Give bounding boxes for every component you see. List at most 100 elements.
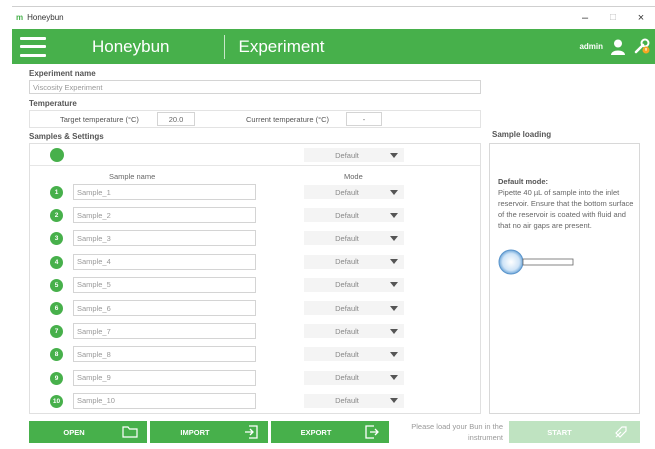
sample-name-input[interactable]: Sample_5	[73, 276, 256, 293]
target-temperature-input[interactable]: 20.0	[157, 112, 195, 126]
chevron-down-icon	[390, 328, 398, 334]
sample-mode-select[interactable]: Default	[304, 347, 404, 362]
close-button[interactable]: ×	[627, 9, 655, 27]
export-icon	[361, 425, 383, 439]
brand-name: Honeybun	[92, 36, 170, 56]
sample-mode-select[interactable]: Default	[304, 254, 404, 269]
user-menu[interactable]: admin	[579, 39, 625, 55]
chevron-down-icon	[390, 259, 398, 265]
experiment-name-input[interactable]: Viscosity Experiment	[29, 80, 481, 94]
chevron-down-icon	[390, 235, 398, 241]
sample-mode-select[interactable]: Default	[304, 208, 404, 223]
chevron-down-icon	[390, 152, 398, 158]
open-button[interactable]: OPEN	[29, 421, 147, 443]
sample-number-badge[interactable]: 2	[50, 209, 63, 223]
chevron-down-icon	[390, 305, 398, 311]
loading-instructions: Pipette 40 µL of sample into the inlet r…	[498, 188, 634, 230]
chevron-down-icon	[390, 212, 398, 218]
sample-mode-select[interactable]: Default	[304, 370, 404, 385]
sample-name-input[interactable]: Sample_8	[73, 346, 256, 363]
temperature-label: Temperature	[29, 99, 77, 108]
sample-mode-value: Default	[335, 187, 359, 197]
global-settings-row: Default	[30, 144, 480, 166]
sample-mode-select[interactable]: Default	[304, 393, 404, 408]
sample-row: 10 Sample_10 Default	[30, 392, 480, 411]
folder-icon	[119, 426, 141, 438]
sample-name-input[interactable]: Sample_2	[73, 207, 256, 224]
sample-number-badge[interactable]: 8	[50, 348, 63, 362]
sample-mode-select[interactable]: Default	[304, 324, 404, 339]
sample-loading-panel: Default mode: Pipette 40 µL of sample in…	[489, 143, 640, 414]
wrench-alert-icon[interactable]	[633, 37, 651, 55]
app-logo-icon: m	[16, 13, 24, 22]
chevron-down-icon	[390, 351, 398, 357]
sample-name-input[interactable]: Sample_1	[73, 184, 256, 200]
sample-number-badge[interactable]: 4	[50, 255, 63, 269]
sample-row: 1 Sample_1 Default	[30, 184, 480, 202]
import-button-label: IMPORT	[180, 427, 210, 437]
chevron-down-icon	[390, 189, 398, 195]
sample-number-badge[interactable]: 3	[50, 232, 63, 246]
menu-icon[interactable]	[20, 36, 46, 57]
export-button-label: EXPORT	[300, 427, 332, 437]
sample-number-badge[interactable]: 5	[50, 278, 63, 292]
sample-name-input[interactable]: Sample_10	[73, 392, 256, 409]
sample-mode-value: Default	[335, 349, 359, 359]
chevron-down-icon	[390, 375, 398, 381]
global-mode-select[interactable]: Default	[304, 148, 404, 162]
window-titlebar: m Honeybun – □ ×	[12, 6, 655, 28]
current-temperature-value: -	[346, 112, 382, 126]
export-button[interactable]: EXPORT	[271, 421, 389, 443]
rocket-icon	[610, 425, 632, 439]
sample-mode-value: Default	[335, 233, 359, 243]
experiment-name-label: Experiment name	[29, 69, 96, 78]
reservoir-diagram-icon	[498, 249, 574, 275]
sample-number-badge[interactable]: 7	[50, 325, 63, 339]
select-all-indicator[interactable]	[50, 148, 64, 162]
loading-mode-title: Default mode:	[498, 177, 549, 186]
samples-settings-label: Samples & Settings	[29, 132, 104, 141]
sample-loading-label: Sample loading	[492, 130, 552, 139]
header-divider	[223, 34, 225, 59]
start-button-label: START	[547, 427, 572, 437]
sample-row: 3 Sample_3 Default	[30, 230, 480, 248]
window-title: Honeybun	[27, 13, 64, 22]
maximize-button[interactable]: □	[599, 9, 627, 27]
sample-row: 9 Sample_9 Default	[30, 369, 480, 388]
sample-name-input[interactable]: Sample_3	[73, 230, 256, 247]
sample-number-badge[interactable]: 6	[50, 302, 63, 315]
chevron-down-icon	[390, 398, 398, 404]
sample-mode-value: Default	[335, 326, 359, 336]
sample-mode-value: Default	[335, 280, 359, 290]
sample-mode-value: Default	[335, 373, 359, 383]
sample-row: 8 Sample_8 Default	[30, 346, 480, 364]
import-button[interactable]: IMPORT	[150, 421, 268, 443]
sample-mode-select[interactable]: Default	[304, 277, 404, 292]
start-button[interactable]: START	[509, 421, 640, 443]
open-button-label: OPEN	[63, 427, 85, 437]
sample-number-badge[interactable]: 1	[50, 186, 63, 199]
sample-name-input[interactable]: Sample_7	[73, 323, 256, 340]
sample-number-badge[interactable]: 9	[50, 371, 63, 385]
sample-mode-value: Default	[335, 210, 359, 220]
import-icon	[240, 425, 262, 439]
sample-number-badge[interactable]: 10	[50, 394, 63, 408]
user-icon	[611, 39, 625, 55]
sample-mode-value: Default	[335, 257, 359, 267]
sample-mode-select[interactable]: Default	[304, 185, 404, 199]
sample-name-input[interactable]: Sample_6	[73, 300, 256, 316]
minimize-button[interactable]: –	[571, 9, 599, 27]
sample-mode-select[interactable]: Default	[304, 231, 404, 246]
sample-mode-select[interactable]: Default	[304, 301, 404, 315]
sample-name-input[interactable]: Sample_4	[73, 253, 256, 270]
global-mode-value: Default	[335, 150, 359, 160]
sample-row: 2 Sample_2 Default	[30, 207, 480, 225]
target-temperature-label: Target temperature (°C)	[60, 115, 139, 124]
samples-panel: Default Sample name Mode 1 Sample_1 Defaul…	[29, 143, 481, 414]
sample-mode-value: Default	[335, 303, 359, 313]
sample-row: 7 Sample_7 Default	[30, 323, 480, 341]
load-instrument-hint: Please load your Bun in the instrument	[411, 422, 503, 442]
sample-name-input[interactable]: Sample_9	[73, 369, 256, 386]
sample-row: 4 Sample_4 Default	[30, 253, 480, 272]
app-header: Honeybun Experiment admin	[12, 29, 655, 64]
